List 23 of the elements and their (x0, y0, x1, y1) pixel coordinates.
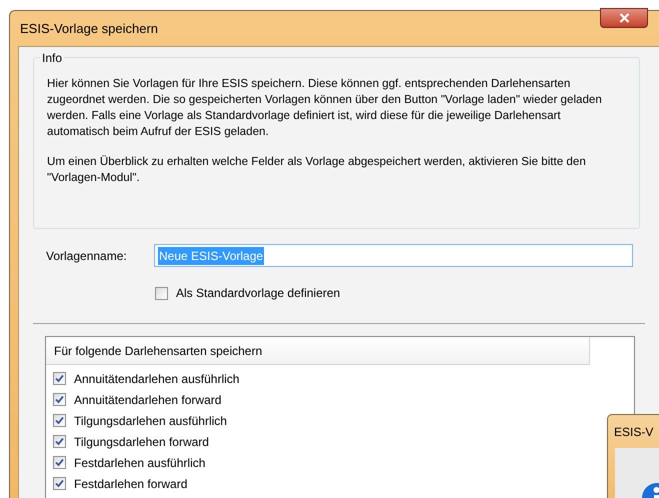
field-label: Vorlagenname: (46, 248, 128, 264)
checkbox[interactable] (53, 414, 66, 427)
checkbox[interactable] (155, 286, 168, 300)
close-icon (618, 13, 630, 23)
list-item: Annuitätendarlehen ausführlich (74, 370, 240, 388)
close-button[interactable] (600, 8, 648, 28)
checkbox-label: Als Standardvorlage definieren (176, 285, 340, 302)
list-item: Festdarlehen forward (74, 476, 188, 492)
info-text: Um einen Überblick zu erhalten welche Felder als Vorlage abgespeichert werden, aktivieren Sie bitte den "Vorlagen-Modul". (47, 154, 587, 186)
list-item: Tilgungsdarlehen forward (74, 434, 209, 450)
checkbox[interactable] (53, 456, 66, 469)
list-item: Annuitätendarlehen forward (74, 392, 222, 408)
window-title: ESIS-Vorlage speichern (20, 20, 158, 38)
list-item: Festdarlehen ausführlich (74, 454, 206, 472)
checkbox[interactable] (53, 393, 66, 406)
list-header: Für folgende Darlehensarten speichern (46, 337, 590, 365)
checkbox[interactable] (53, 477, 66, 490)
info-text: Hier können Sie Vorlagen für Ihre ESIS speichern. Diese können ggf. entsprechenden Darlehensarten zugeordnet werden. Die so gespeicherten Vorlagen können über den Button "Vorlage laden" wieder geladen werden. Falls eine Vorlage als Standardvorlage definiert ist, wird diese für die jeweilige Darlehensart automatisch beim Aufruf der ESIS geladen. (47, 76, 603, 140)
name-field[interactable]: Neue ESIS-Vorlage (154, 244, 633, 267)
dialog-title: ESIS-V (613, 424, 654, 441)
checkbox[interactable] (53, 435, 66, 448)
checkbox[interactable] (53, 372, 66, 385)
list-item: Tilgungsdarlehen ausführlich (74, 412, 227, 430)
